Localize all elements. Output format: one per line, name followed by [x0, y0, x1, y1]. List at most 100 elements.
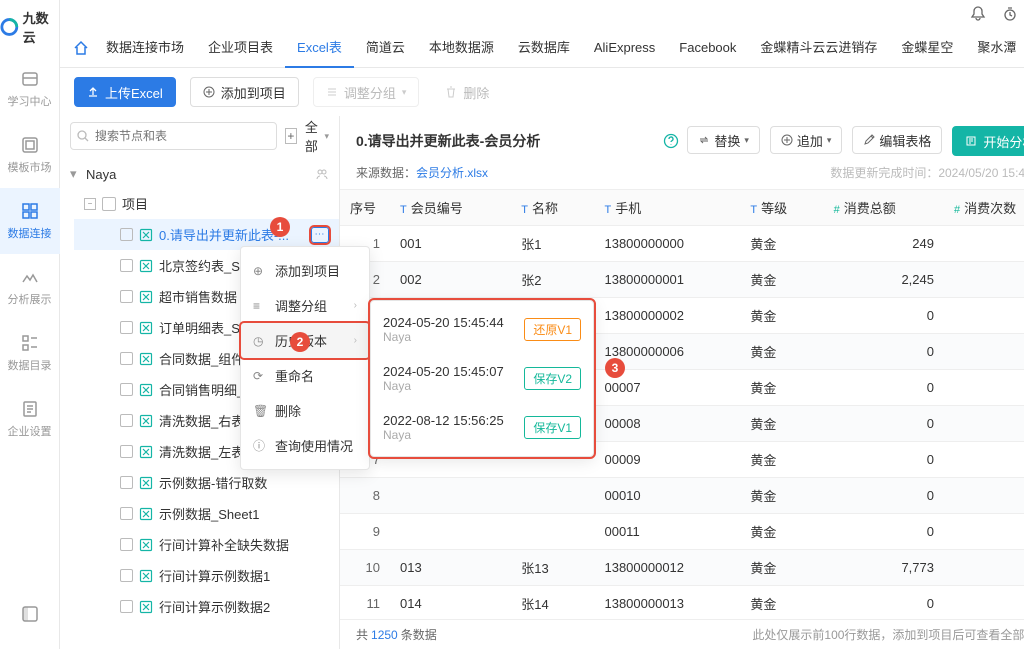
- table-row[interactable]: 800010黄金0: [340, 478, 1024, 514]
- tree-search-input[interactable]: [70, 122, 277, 150]
- table-row[interactable]: 1001张113800000000黄金249: [340, 226, 1024, 262]
- excel-file-icon: [139, 507, 153, 521]
- leaf-checkbox[interactable]: [120, 538, 133, 551]
- ctx-adjust-group[interactable]: ≡调整分组›: [241, 288, 369, 323]
- excel-file-icon: [139, 476, 153, 490]
- column-header[interactable]: #消费次数: [944, 190, 1024, 226]
- version-action-button[interactable]: 保存V1: [524, 416, 581, 439]
- leaf-checkbox[interactable]: [120, 445, 133, 458]
- detail-header: 0.请导出并更新此表-会员分析 替换▾ 追加▾ 编辑表格: [340, 116, 1024, 164]
- ctx-rename[interactable]: ⟳重命名: [241, 358, 369, 393]
- version-submenu: 2024-05-20 15:45:44Naya还原V12024-05-20 15…: [370, 300, 594, 457]
- tabs-row: 数据连接市场企业项目表Excel表简道云本地数据源云数据库AliExpressF…: [60, 28, 1024, 68]
- brand-name: 九数云: [23, 8, 59, 46]
- column-header[interactable]: T名称: [511, 190, 594, 226]
- toolbar: 上传Excel 添加到项目 调整分组 ▾ 删除: [60, 68, 1024, 116]
- leaf-checkbox[interactable]: [120, 476, 133, 489]
- tab-2[interactable]: Excel表: [285, 28, 354, 68]
- table-row[interactable]: 11014张1413800000013黄金0: [340, 586, 1024, 620]
- tab-5[interactable]: 云数据库: [506, 28, 582, 68]
- table-row[interactable]: 2002张213800000001黄金2,245: [340, 262, 1024, 298]
- add-to-project-button[interactable]: 添加到项目: [190, 77, 299, 107]
- rail-collapse[interactable]: [0, 583, 60, 649]
- table-footer: 共 1250 条数据 此处仅展示前100行数据，添加到项目后可查看全部数据: [340, 619, 1024, 649]
- brand-logo: 九数云: [0, 8, 59, 46]
- tab-4[interactable]: 本地数据源: [417, 28, 506, 68]
- leaf-checkbox[interactable]: [120, 259, 133, 272]
- column-header[interactable]: #消费总额: [824, 190, 944, 226]
- version-item[interactable]: 2024-05-20 15:45:07Naya保存V2: [371, 354, 593, 403]
- ctx-add-to-project[interactable]: ⊕添加到项目: [241, 253, 369, 288]
- context-menu: ⊕添加到项目 ≡调整分组› ◷历史版本› ⟳重命名 🗑删除 ⓘ查询使用情况: [240, 246, 370, 470]
- rail-item-5[interactable]: 企业设置: [0, 386, 60, 452]
- tree-leaf[interactable]: 示例数据-错行取数: [74, 467, 339, 498]
- source-file-link[interactable]: 会员分析.xlsx: [416, 164, 488, 181]
- detail-meta: 来源数据： 会员分析.xlsx 数据更新完成时间：2024/05/20 15:4…: [340, 164, 1024, 189]
- tab-6[interactable]: AliExpress: [582, 28, 667, 68]
- start-analysis-button[interactable]: 开始分析: [952, 126, 1024, 156]
- leaf-checkbox[interactable]: [120, 600, 133, 613]
- leaf-checkbox[interactable]: [120, 414, 133, 427]
- edit-table-button[interactable]: 编辑表格: [852, 126, 942, 154]
- table-row[interactable]: 10013张1313800000012黄金7,773: [340, 550, 1024, 586]
- version-action-button[interactable]: 还原V1: [524, 318, 581, 341]
- tab-3[interactable]: 简道云: [354, 28, 417, 68]
- leaf-checkbox[interactable]: [120, 352, 133, 365]
- help-icon[interactable]: [663, 133, 679, 149]
- rail-item-4[interactable]: 数据目录: [0, 320, 60, 386]
- upload-excel-button[interactable]: 上传Excel: [74, 77, 176, 107]
- tab-8[interactable]: 金蝶精斗云云进销存: [748, 28, 889, 68]
- version-item[interactable]: 2024-05-20 15:45:44Naya还原V1: [371, 305, 593, 354]
- delete-button: 删除: [433, 77, 501, 107]
- excel-file-icon: [139, 600, 153, 614]
- scope-selector[interactable]: 全部▾: [305, 117, 329, 155]
- rail-item-1[interactable]: 模板市场: [0, 122, 60, 188]
- column-header[interactable]: T手机: [594, 190, 740, 226]
- column-header[interactable]: 序号: [340, 190, 390, 226]
- excel-file-icon: [139, 569, 153, 583]
- excel-file-icon: [139, 290, 153, 304]
- append-button[interactable]: 追加▾: [770, 126, 843, 154]
- detail-title: 0.请导出并更新此表-会员分析: [356, 131, 655, 151]
- annotation-2: 2: [290, 332, 310, 352]
- tab-1[interactable]: 企业项目表: [196, 28, 285, 68]
- tree-leaf[interactable]: 行间计算示例数据1: [74, 560, 339, 591]
- ctx-usage[interactable]: ⓘ查询使用情况: [241, 428, 369, 463]
- excel-file-icon: [139, 321, 153, 335]
- ctx-delete[interactable]: 🗑删除: [241, 393, 369, 428]
- version-action-button[interactable]: 保存V2: [524, 367, 581, 390]
- version-item[interactable]: 2022-08-12 15:56:25Naya保存V1: [371, 403, 593, 452]
- tab-10[interactable]: 聚水潭: [965, 28, 1024, 68]
- rail-item-0[interactable]: 学习中心: [0, 56, 60, 122]
- rail-item-3[interactable]: 分析展示: [0, 254, 60, 320]
- rail-item-2[interactable]: 数据连接: [0, 188, 60, 254]
- tree-group[interactable]: ▾ Naya: [60, 160, 339, 188]
- tab-7[interactable]: Facebook: [667, 28, 748, 68]
- add-node-button[interactable]: +: [285, 128, 297, 144]
- leaf-checkbox[interactable]: [120, 383, 133, 396]
- leaf-checkbox[interactable]: [120, 290, 133, 303]
- replace-button[interactable]: 替换▾: [687, 126, 760, 154]
- tree-leaf[interactable]: 行间计算补全缺失数据: [74, 529, 339, 560]
- tree-leaf[interactable]: 行间计算示例数据2: [74, 591, 339, 622]
- leaf-checkbox[interactable]: [120, 569, 133, 582]
- leaf-checkbox[interactable]: [120, 507, 133, 520]
- group-user-icon: [315, 167, 329, 181]
- left-rail: 九数云 学习中心模板市场数据连接分析展示数据目录企业设置: [0, 0, 60, 649]
- column-header[interactable]: T等级: [740, 190, 823, 226]
- home-icon[interactable]: [70, 40, 92, 56]
- tab-0[interactable]: 数据连接市场: [94, 28, 196, 68]
- tab-9[interactable]: 金蝶星空: [889, 28, 965, 68]
- excel-file-icon: [139, 445, 153, 459]
- timer-icon[interactable]: [1002, 6, 1018, 22]
- tree-folder[interactable]: − 项目: [74, 188, 339, 219]
- notification-icon[interactable]: [970, 6, 986, 22]
- column-header[interactable]: T会员编号: [390, 190, 511, 226]
- leaf-checkbox[interactable]: [120, 228, 133, 241]
- leaf-more-icon[interactable]: ⋯: [311, 227, 329, 243]
- leaf-checkbox[interactable]: [120, 321, 133, 334]
- folder-checkbox[interactable]: [102, 197, 116, 211]
- search-icon: [76, 129, 90, 143]
- tree-leaf[interactable]: 示例数据_Sheet1: [74, 498, 339, 529]
- table-row[interactable]: 900011黄金0: [340, 514, 1024, 550]
